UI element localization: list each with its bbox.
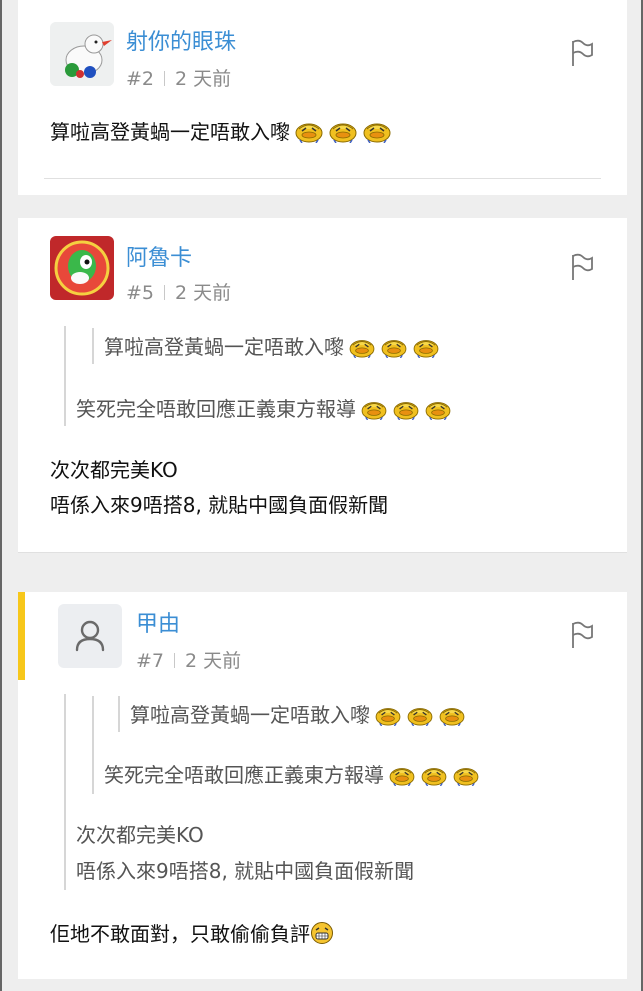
post-body: 算啦高登黃蝸一定唔敢入嚟	[50, 116, 392, 148]
quote-line: 次次都完美KO	[76, 823, 204, 847]
post-body-line: 唔係入來9唔搭8, 就貼中國負面假新聞	[50, 493, 389, 517]
post-body: 佢地不敢面對，只敢偷偷負評	[50, 918, 334, 950]
duck-emoticon-icon	[328, 119, 358, 143]
duck-emoticon-icon	[362, 119, 392, 143]
duck-emoticon-icon	[348, 336, 376, 358]
page-edge-left	[0, 0, 2, 991]
post-meta: #2 2 天前	[126, 64, 231, 91]
username-link[interactable]: 甲由	[136, 606, 180, 638]
duck-emoticon-icon	[360, 398, 388, 420]
divider	[44, 178, 601, 179]
post-card: 甲由 #7 2 天前 算啦高登黃蝸一定唔敢入嚟 笑死完全唔敢回應正義東方報導 次次…	[18, 592, 627, 979]
post-body-text: 算啦高登黃蝸一定唔敢入嚟	[50, 120, 290, 144]
nested-quote-text: 算啦高登黃蝸一定唔敢入嚟	[104, 335, 344, 359]
quote-line: 唔係入來9唔搭8, 就貼中國負面假新聞	[76, 859, 415, 883]
flag-icon[interactable]	[569, 38, 595, 68]
grin-emoticon-icon	[310, 921, 334, 945]
nested-quote-text: 笑死完全唔敢回應正義東方報導	[104, 763, 384, 787]
bird-avatar-icon[interactable]	[50, 22, 114, 86]
duck-emoticon-icon	[406, 704, 434, 726]
quote-bar-nested	[92, 328, 94, 364]
post-body-text: 佢地不敢面對，只敢偷偷負評	[50, 922, 310, 946]
post-time: 2 天前	[175, 68, 232, 90]
divider	[18, 552, 627, 553]
post-number[interactable]: #7	[136, 650, 164, 672]
flag-icon[interactable]	[569, 252, 595, 282]
nested-quote: 笑死完全唔敢回應正義東方報導	[104, 760, 480, 790]
flag-icon[interactable]	[569, 620, 595, 650]
duck-emoticon-icon	[438, 704, 466, 726]
duck-emoticon-icon	[380, 336, 408, 358]
meta-divider	[164, 285, 166, 300]
post-number[interactable]: #5	[126, 282, 154, 304]
duck-emoticon-icon	[424, 398, 452, 420]
duck-emoticon-icon	[452, 764, 480, 786]
post-card: 射你的眼珠 #2 2 天前 算啦高登黃蝸一定唔敢入嚟	[18, 0, 627, 195]
nested-quote: 算啦高登黃蝸一定唔敢入嚟	[104, 332, 440, 362]
quote-bar	[64, 326, 66, 426]
default-user-icon[interactable]	[58, 604, 122, 668]
post-meta: #7 2 天前	[136, 646, 241, 673]
post-time: 2 天前	[175, 282, 232, 304]
quote: 笑死完全唔敢回應正義東方報導	[76, 394, 452, 424]
quote-bar	[64, 694, 66, 890]
duck-emoticon-icon	[294, 119, 324, 143]
quote-bar-nested-2	[118, 696, 120, 732]
duck-emoticon-icon	[412, 336, 440, 358]
duck-emoticon-icon	[374, 704, 402, 726]
unread-highlight-bar	[18, 592, 25, 680]
meta-divider	[164, 71, 166, 86]
username-link[interactable]: 阿魯卡	[126, 240, 192, 272]
post-number[interactable]: #2	[126, 68, 154, 90]
quote-text: 笑死完全唔敢回應正義東方報導	[76, 397, 356, 421]
quote-bar-nested	[92, 696, 94, 794]
nested-quote-2: 算啦高登黃蝸一定唔敢入嚟	[130, 700, 466, 730]
duck-emoticon-icon	[392, 398, 420, 420]
post-card: 阿魯卡 #5 2 天前 算啦高登黃蝸一定唔敢入嚟 笑死完全唔敢回應正義東方報導 次…	[18, 218, 627, 553]
post-time: 2 天前	[185, 650, 242, 672]
yoshi-avatar-icon[interactable]	[50, 236, 114, 300]
post-body-line: 次次都完美KO	[50, 458, 178, 482]
meta-divider	[174, 653, 176, 668]
username-link[interactable]: 射你的眼珠	[126, 24, 236, 56]
duck-emoticon-icon	[420, 764, 448, 786]
post-meta: #5 2 天前	[126, 278, 231, 305]
duck-emoticon-icon	[388, 764, 416, 786]
nested-quote-text: 算啦高登黃蝸一定唔敢入嚟	[130, 703, 370, 727]
